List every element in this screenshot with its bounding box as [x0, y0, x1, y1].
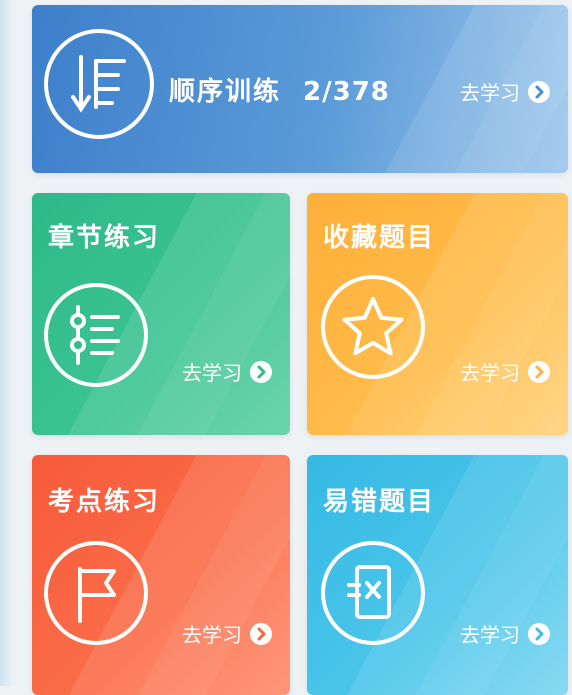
sequential-title: 顺序训练: [169, 77, 282, 107]
error-card-icon: [321, 541, 425, 645]
mistakes-go-button[interactable]: 去学习: [460, 619, 550, 648]
flag-icon: [44, 541, 148, 645]
favorites-go-button[interactable]: 去学习: [460, 357, 550, 386]
chevron-right-icon: [528, 622, 550, 645]
chapter-title: 章节练习: [48, 223, 161, 253]
keypoints-title: 考点练习: [48, 487, 161, 517]
keypoints-go-label: 去学习: [182, 623, 242, 647]
keypoints-practice-card[interactable]: 考点练习 去学习: [32, 455, 290, 695]
chapter-list-icon: [44, 283, 148, 387]
sort-list-icon: [44, 29, 154, 139]
sequential-go-button[interactable]: 去学习: [460, 77, 550, 106]
chapter-go-button[interactable]: 去学习: [182, 357, 272, 386]
favorites-title: 收藏题目: [323, 223, 436, 253]
left-edge: [0, 0, 12, 686]
mistakes-title: 易错题目: [323, 487, 436, 517]
chapter-practice-card[interactable]: 章节练习 去学习: [32, 193, 290, 435]
chevron-right-icon: [528, 80, 550, 103]
favorites-go-label: 去学习: [460, 361, 520, 385]
sequential-title-row: 顺序训练 2/378: [169, 71, 390, 108]
mistakes-card[interactable]: 易错题目 去学习: [307, 455, 568, 695]
chapter-go-label: 去学习: [182, 361, 242, 385]
chevron-right-icon: [528, 360, 550, 383]
sequential-practice-card[interactable]: 顺序训练 2/378 去学习: [32, 5, 568, 173]
sequential-go-label: 去学习: [460, 81, 520, 105]
keypoints-go-button[interactable]: 去学习: [182, 619, 272, 648]
chevron-right-icon: [250, 622, 272, 645]
chevron-right-icon: [250, 360, 272, 383]
favorites-card[interactable]: 收藏题目 去学习: [307, 193, 568, 435]
mistakes-go-label: 去学习: [460, 623, 520, 647]
star-icon: [321, 275, 425, 379]
sequential-progress: 2/378: [303, 77, 390, 107]
